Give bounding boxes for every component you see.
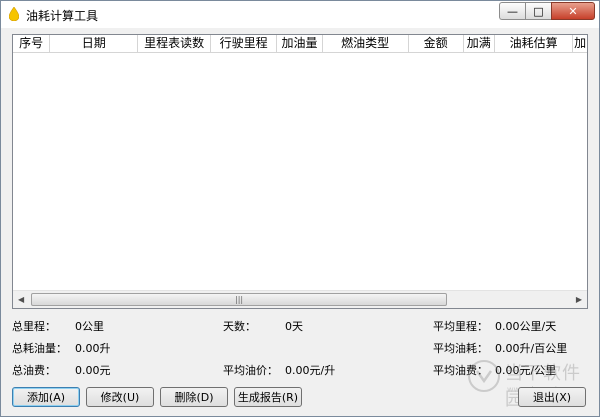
total-cost-label: 总油费： <box>12 364 56 377</box>
edit-button[interactable]: 修改(U) <box>86 387 154 407</box>
delete-button[interactable]: 删除(D) <box>160 387 228 407</box>
watermark-logo-icon <box>468 360 500 392</box>
grip-icon: ||| <box>235 295 244 304</box>
window-controls: — □ ✕ <box>499 2 595 20</box>
col-header-cost[interactable]: 金额 <box>409 35 464 52</box>
scroll-right-icon[interactable]: ▶ <box>576 295 582 304</box>
col-header-distance[interactable]: 行驶里程 <box>211 35 278 52</box>
generate-report-button[interactable]: 生成报告(R) <box>234 387 302 407</box>
minimize-button[interactable]: — <box>499 2 525 20</box>
avg-mileage-value: 0.00公里/天 <box>495 320 557 333</box>
total-fuel-label: 总耗油量： <box>12 342 67 355</box>
avg-price-label: 平均油价： <box>223 364 278 377</box>
days-value: 0天 <box>285 320 303 333</box>
total-mileage-label: 总里程： <box>12 320 56 333</box>
col-header-truncated[interactable]: 加 <box>573 35 587 52</box>
exit-button[interactable]: 退出(X) <box>518 387 586 407</box>
table-header: 序号 日期 里程表读数 行驶里程 加油量 燃油类型 金额 加满 油耗估算 加 <box>13 35 587 53</box>
col-header-full-tank[interactable]: 加满 <box>464 35 495 52</box>
fuel-drop-icon <box>9 7 19 21</box>
window-title: 油耗计算工具 <box>26 9 99 23</box>
fuel-records-table[interactable]: 序号 日期 里程表读数 行驶里程 加油量 燃油类型 金额 加满 油耗估算 加 ◀… <box>12 34 588 309</box>
avg-price-value: 0.00元/升 <box>285 364 336 377</box>
col-header-fuel-type[interactable]: 燃油类型 <box>323 35 409 52</box>
maximize-button[interactable]: □ <box>525 2 551 20</box>
scroll-left-icon[interactable]: ◀ <box>18 295 24 304</box>
col-header-odometer[interactable]: 里程表读数 <box>138 35 211 52</box>
col-header-date[interactable]: 日期 <box>50 35 139 52</box>
days-label: 天数： <box>223 320 256 333</box>
add-button[interactable]: 添加(A) <box>12 387 80 407</box>
horizontal-scrollbar[interactable]: ◀ ||| ▶ <box>13 290 587 308</box>
avg-consumption-label: 平均油耗： <box>433 342 488 355</box>
total-cost-value: 0.00元 <box>75 364 111 377</box>
total-mileage-value: 0公里 <box>75 320 104 333</box>
scrollbar-thumb[interactable]: ||| <box>31 293 447 306</box>
col-header-consumption-estimate[interactable]: 油耗估算 <box>495 35 574 52</box>
close-button[interactable]: ✕ <box>551 2 595 20</box>
total-fuel-value: 0.00升 <box>75 342 111 355</box>
title-bar[interactable]: 油耗计算工具 — □ ✕ <box>1 1 599 28</box>
col-header-index[interactable]: 序号 <box>13 35 51 52</box>
avg-consumption-value: 0.00升/百公里 <box>495 342 568 355</box>
app-window: 油耗计算工具 — □ ✕ 序号 日期 里程表读数 行驶里程 加油量 燃油类型 金… <box>0 0 600 417</box>
col-header-fuel-amount[interactable]: 加油量 <box>277 35 323 52</box>
avg-mileage-label: 平均里程： <box>433 320 488 333</box>
